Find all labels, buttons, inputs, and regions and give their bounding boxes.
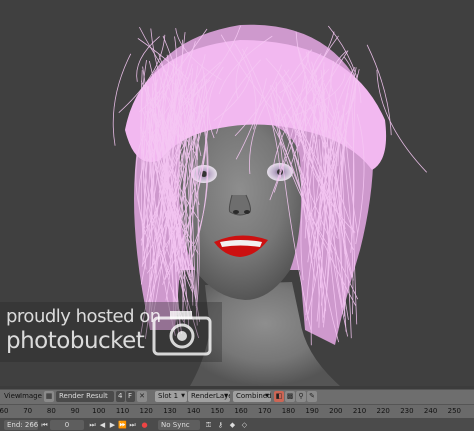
last-frame-icon[interactable]: ⏭	[128, 420, 137, 430]
image-browse-icon[interactable]: ▦	[44, 391, 54, 402]
ruler-tick: 230	[400, 407, 414, 415]
ruler-tick: 70	[23, 407, 33, 415]
ruler-tick: 60	[0, 407, 9, 415]
watermark-line2: photobucket	[6, 328, 145, 354]
ruler-tick: 130	[163, 407, 177, 415]
end-frame-field[interactable]: End: 266	[4, 420, 38, 430]
keyframe-icon[interactable]: ◆	[228, 420, 237, 430]
play-reverse-icon[interactable]: ◀	[98, 420, 107, 430]
sync-mode-select[interactable]: No Sync	[158, 420, 200, 430]
next-keyframe-icon[interactable]: ⏩	[118, 420, 127, 430]
ruler-tick: 100	[92, 407, 106, 415]
photobucket-watermark: proudly hosted on photobucket	[0, 302, 222, 362]
ruler-tick: 250	[447, 407, 461, 415]
key-icon[interactable]: ⚷	[216, 420, 225, 430]
ruler-tick: 140	[186, 407, 201, 415]
watermark-line1: proudly hosted on	[6, 306, 161, 327]
slot-label: Slot 1	[158, 392, 179, 400]
ruler-tick: 90	[70, 407, 80, 415]
draw-channels-icon[interactable]: ◧	[274, 391, 284, 402]
ruler-tick: 80	[46, 407, 56, 415]
render-viewport[interactable]: proudly hosted on photobucket	[0, 0, 474, 386]
current-frame-field[interactable]: 0	[50, 420, 84, 430]
ruler-tick: 200	[329, 407, 343, 415]
ruler-tick: 120	[139, 407, 153, 415]
menu-image[interactable]: Image	[20, 391, 46, 402]
ruler-tick: 240	[423, 407, 438, 415]
ruler-tick: 210	[352, 407, 367, 415]
ruler-tick: 220	[376, 407, 390, 415]
ruler-tick: 150	[210, 407, 224, 415]
jump-start-icon[interactable]: ⏮	[40, 420, 49, 430]
paint-icon[interactable]: ✎	[307, 391, 317, 402]
chevron-down-icon: ▼	[224, 393, 228, 399]
keying-set-icon[interactable]: ⚿	[204, 420, 213, 430]
ruler-tick: 160	[234, 407, 248, 415]
play-icon[interactable]: ▶	[108, 420, 117, 430]
timeline-ruler[interactable]: 60 70 80 90 100 110 120 130 140 150 160 170 180 190 20…	[0, 405, 474, 418]
checker-icon[interactable]: ▩	[285, 391, 295, 402]
chevron-down-icon: ▼	[265, 393, 269, 399]
chevron-down-icon: ▼	[181, 393, 185, 399]
ruler-tick: 170	[258, 407, 272, 415]
image-editor-header: View Image ▦ Render Result 4 F ✕ Slot 1 ▼…	[0, 389, 474, 405]
ruler-tick: 110	[115, 407, 130, 415]
render-layer-select[interactable]: RenderLayer▼	[188, 391, 230, 402]
slot-select[interactable]: Slot 1 ▼	[155, 391, 187, 402]
fake-user-button[interactable]: F	[126, 391, 135, 402]
pin-icon[interactable]: ⚲	[296, 391, 306, 402]
ruler-tick: 180	[281, 407, 296, 415]
close-icon[interactable]: ✕	[137, 391, 147, 402]
timeline-footer: End: 266 ⏮ 0 ⏭ ◀ ▶ ⏩ ⏭ ● No Sync ⚿ ⚷ ◆ ◇	[0, 418, 474, 431]
image-users-count: 4	[116, 391, 125, 402]
camera-icon	[152, 311, 212, 356]
ruler-tick: 190	[305, 407, 319, 415]
image-name-field[interactable]: Render Result	[56, 391, 114, 402]
render-pass-select[interactable]: Combined ▼	[233, 391, 271, 402]
insert-keyframe-icon[interactable]: ◇	[240, 420, 249, 430]
record-icon[interactable]: ●	[140, 420, 149, 430]
jump-end-icon[interactable]: ⏭	[88, 420, 97, 430]
